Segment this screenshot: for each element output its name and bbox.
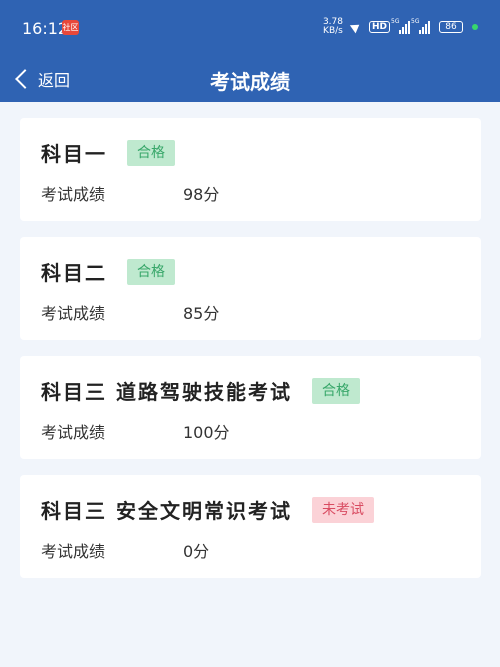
subject-name: 科目一 — [41, 142, 107, 166]
subject-row: 科目三 道路驾驶技能考试 合格 — [41, 376, 360, 405]
subject-row: 科目一 合格 — [41, 138, 175, 167]
result-card[interactable]: 科目二 合格 考试成绩 85分 — [20, 237, 481, 340]
score-label: 考试成绩 — [41, 423, 106, 442]
subject-name: 科目三 安全文明常识考试 — [41, 499, 292, 523]
status-badge: 合格 — [311, 377, 360, 404]
subject-name: 科目二 — [41, 261, 107, 285]
score-row: 考试成绩 85分 — [41, 300, 219, 324]
page-title: 考试成绩 — [210, 70, 290, 94]
score-row: 考试成绩 98分 — [41, 181, 219, 205]
score-value: 100分 — [183, 423, 230, 442]
score-value: 0分 — [183, 542, 210, 561]
network-speed: 3.78 KB/s — [322, 17, 343, 36]
status-badge: 合格 — [127, 139, 175, 166]
status-bar: 16:12 社区 3.78 KB/s HD 5G 5G 86 — [0, 0, 500, 62]
result-card[interactable]: 科目三 道路驾驶技能考试 合格 考试成绩 100分 — [20, 356, 481, 459]
score-row: 考试成绩 100分 — [41, 419, 230, 443]
score-row: 考试成绩 0分 — [41, 538, 209, 562]
status-badge: 未考试 — [311, 496, 374, 523]
score-label: 考试成绩 — [41, 304, 106, 323]
score-label: 考试成绩 — [41, 542, 106, 561]
subject-row: 科目二 合格 — [41, 257, 175, 286]
location-icon — [349, 20, 363, 34]
status-indicators: 3.78 KB/s HD 5G 5G 86 — [323, 18, 478, 36]
result-card[interactable]: 科目一 合格 考试成绩 98分 — [20, 118, 481, 221]
score-value: 98分 — [183, 185, 220, 204]
result-card[interactable]: 科目三 安全文明常识考试 未考试 考试成绩 0分 — [20, 475, 481, 578]
app-header: 返回 考试成绩 — [0, 62, 500, 102]
signal-icon: 5G — [411, 18, 430, 34]
charging-dot-icon — [472, 24, 478, 30]
signal-icon: 5G — [391, 18, 410, 34]
score-label: 考试成绩 — [41, 185, 106, 204]
subject-name: 科目三 道路驾驶技能考试 — [41, 380, 292, 404]
notification-badge-icon: 社区 — [62, 20, 79, 35]
result-list: 科目一 合格 考试成绩 98分 科目二 合格 考试成绩 85分 科目三 道路驾驶… — [20, 118, 481, 594]
score-value: 85分 — [183, 304, 220, 323]
battery-icon: 86 — [439, 21, 463, 33]
status-badge: 合格 — [127, 258, 175, 285]
subject-row: 科目三 安全文明常识考试 未考试 — [41, 495, 374, 524]
hd-icon: HD — [368, 21, 390, 33]
